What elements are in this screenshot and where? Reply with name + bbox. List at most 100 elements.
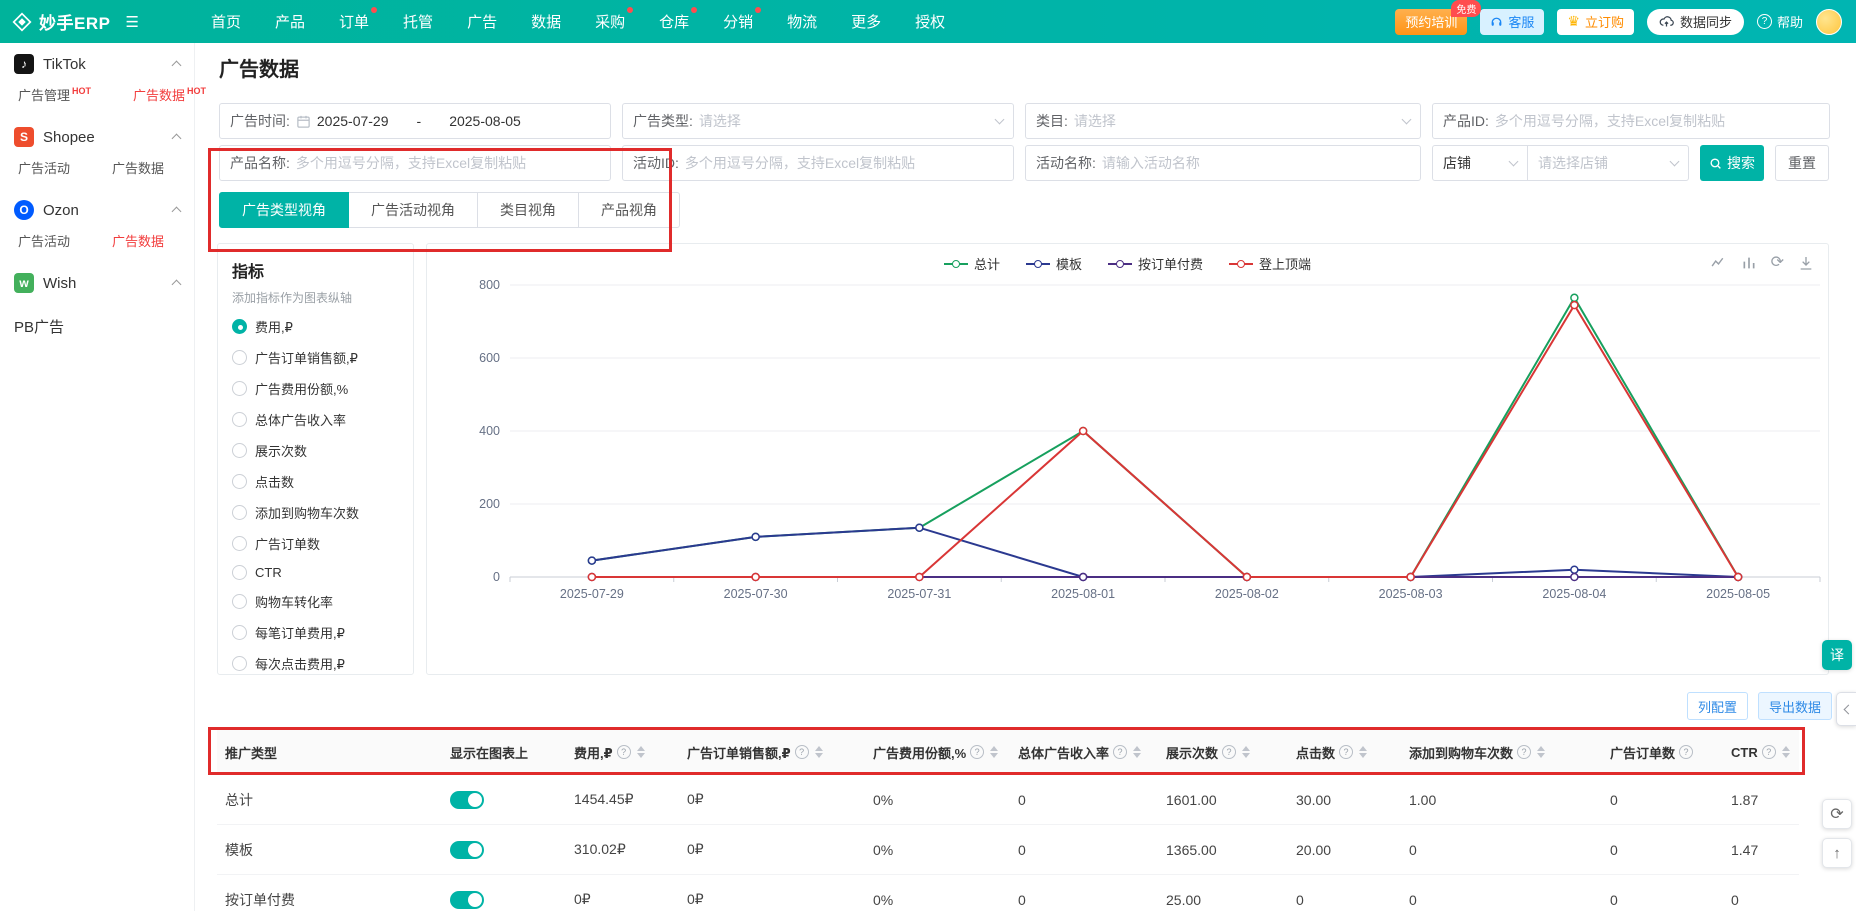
- download-icon[interactable]: [1798, 255, 1814, 271]
- sidebar-item-shopee-1[interactable]: 广告数据: [112, 158, 164, 177]
- column-header-1[interactable]: 显示在图表上: [438, 743, 562, 762]
- hamburger-icon[interactable]: ☰: [125, 13, 138, 31]
- legend-item-0[interactable]: 总计: [944, 254, 1000, 273]
- sidebar-item-ozon-1[interactable]: 广告数据: [112, 231, 164, 250]
- product-name-input[interactable]: 产品名称: 多个用逗号分隔，支持Excel复制粘贴: [219, 145, 611, 181]
- shop-select[interactable]: 请选择店铺: [1527, 145, 1689, 181]
- drawer-handle[interactable]: [1836, 692, 1856, 726]
- cloud-sync-icon: [1659, 14, 1674, 29]
- bar-chart-icon[interactable]: [1741, 255, 1757, 271]
- metric-option-10[interactable]: 每笔订单费用,₽: [232, 623, 413, 642]
- nav-item-7[interactable]: 仓库: [659, 11, 689, 32]
- brand[interactable]: 妙手ERP ☰: [0, 9, 195, 34]
- metric-option-4[interactable]: 展示次数: [232, 441, 413, 460]
- column-header-0[interactable]: 推广类型: [217, 743, 438, 762]
- refresh-icon[interactable]: ⟳: [1771, 255, 1784, 271]
- line-chart-icon[interactable]: [1710, 254, 1727, 271]
- campaign-name-input[interactable]: 活动名称: 请输入活动名称: [1025, 145, 1421, 181]
- subscribe-button[interactable]: ♛ 立订购: [1557, 9, 1634, 35]
- metric-option-6[interactable]: 添加到购物车次数: [232, 503, 413, 522]
- nav-item-1[interactable]: 产品: [275, 11, 305, 32]
- category-select[interactable]: 类目: 请选择: [1025, 103, 1421, 139]
- sidebar-section-shopee[interactable]: SShopee: [0, 116, 194, 158]
- nav-item-2[interactable]: 订单: [339, 11, 369, 32]
- metric-label: 添加到购物车次数: [255, 503, 359, 522]
- sidebar-item-shopee-0[interactable]: 广告活动: [18, 158, 70, 177]
- ad-type-select[interactable]: 广告类型: 请选择: [622, 103, 1014, 139]
- hot-badge: HOT: [72, 86, 91, 96]
- radio-icon: [232, 656, 247, 671]
- sidebar-section-wish[interactable]: wWish: [0, 262, 194, 304]
- search-button[interactable]: 搜索: [1700, 145, 1764, 181]
- sidebar-section-tiktok[interactable]: ♪TikTok: [0, 43, 194, 85]
- table-cell: 0: [1006, 792, 1154, 808]
- product-id-input[interactable]: 产品ID: 多个用逗号分隔，支持Excel复制粘贴: [1432, 103, 1830, 139]
- search-label: 搜索: [1727, 153, 1755, 173]
- visibility-toggle[interactable]: [450, 791, 484, 809]
- nav-item-5[interactable]: 数据: [531, 11, 561, 32]
- avatar[interactable]: [1816, 9, 1842, 35]
- metric-option-11[interactable]: 每次点击费用,₽: [232, 654, 413, 673]
- legend-item-3[interactable]: 登上顶端: [1229, 254, 1311, 273]
- metric-option-3[interactable]: 总体广告收入率: [232, 410, 413, 429]
- column-config-button[interactable]: 列配置: [1687, 692, 1748, 720]
- metric-option-5[interactable]: 点击数: [232, 472, 413, 491]
- visibility-toggle[interactable]: [450, 891, 484, 909]
- metric-option-9[interactable]: 购物车转化率: [232, 592, 413, 611]
- column-header-5[interactable]: 总体广告收入率?: [1006, 743, 1154, 762]
- tab-0[interactable]: 广告类型视角: [219, 192, 349, 228]
- legend-item-1[interactable]: 模板: [1026, 254, 1082, 273]
- column-header-7[interactable]: 点击数?: [1284, 743, 1397, 762]
- sidebar-item-tiktok-1[interactable]: 广告数据HOT: [133, 85, 206, 104]
- training-button[interactable]: 预约培训 免费: [1395, 9, 1467, 35]
- shop-type-select[interactable]: 店铺: [1432, 145, 1528, 181]
- tab-3[interactable]: 产品视角: [578, 192, 680, 228]
- column-header-6[interactable]: 展示次数?: [1154, 743, 1284, 762]
- notification-dot: [627, 7, 633, 13]
- notification-dot: [371, 7, 377, 13]
- nav-item-4[interactable]: 广告: [467, 11, 497, 32]
- date-start-input[interactable]: 2025-07-29: [317, 113, 389, 129]
- column-header-9[interactable]: 广告订单数?: [1598, 743, 1719, 762]
- customer-service-button[interactable]: 客服: [1480, 9, 1544, 35]
- back-to-top-button[interactable]: ↑: [1822, 838, 1852, 868]
- nav-item-9[interactable]: 物流: [787, 11, 817, 32]
- nav-item-6[interactable]: 采购: [595, 11, 625, 32]
- column-header-3[interactable]: 广告订单销售额,₽?: [675, 743, 861, 762]
- column-header-8[interactable]: 添加到购物车次数?: [1397, 743, 1598, 762]
- nav-item-8[interactable]: 分销: [723, 11, 753, 32]
- nav-item-10[interactable]: 更多: [851, 11, 881, 32]
- sidebar-item-tiktok-0[interactable]: 广告管理HOT: [18, 85, 91, 104]
- nav-item-3[interactable]: 托管: [403, 11, 433, 32]
- reset-button[interactable]: 重置: [1775, 145, 1829, 181]
- column-header-2[interactable]: 费用,₽?: [562, 743, 675, 762]
- help-button[interactable]: ? 帮助: [1757, 12, 1803, 31]
- sidebar-section-ozon[interactable]: OOzon: [0, 189, 194, 231]
- date-range-filter[interactable]: 广告时间: 2025-07-29 - 2025-08-05: [219, 103, 611, 139]
- legend-item-2[interactable]: 按订单付费: [1108, 254, 1203, 273]
- sidebar-item-pb-ads[interactable]: PB广告: [0, 304, 194, 349]
- sidebar-item-ozon-0[interactable]: 广告活动: [18, 231, 70, 250]
- translate-button[interactable]: 译: [1822, 640, 1852, 670]
- product-name-placeholder: 多个用逗号分隔，支持Excel复制粘贴: [296, 153, 600, 173]
- nav-item-0[interactable]: 首页: [211, 11, 241, 32]
- refresh-float-button[interactable]: ⟳: [1822, 799, 1852, 829]
- nav-item-11[interactable]: 授权: [915, 11, 945, 32]
- date-end-input[interactable]: 2025-08-05: [449, 113, 521, 129]
- column-header-10[interactable]: CTR?: [1719, 745, 1799, 760]
- campaign-id-input[interactable]: 活动ID: 多个用逗号分隔，支持Excel复制粘贴: [622, 145, 1014, 181]
- metric-option-1[interactable]: 广告订单销售额,₽: [232, 348, 413, 367]
- tab-1[interactable]: 广告活动视角: [348, 192, 478, 228]
- tab-2[interactable]: 类目视角: [477, 192, 579, 228]
- metric-option-8[interactable]: CTR: [232, 565, 413, 580]
- metric-option-2[interactable]: 广告费用份额,%: [232, 379, 413, 398]
- metric-option-7[interactable]: 广告订单数: [232, 534, 413, 553]
- export-button[interactable]: 导出数据: [1758, 692, 1832, 720]
- data-sync-button[interactable]: 数据同步: [1647, 9, 1744, 35]
- product-id-placeholder: 多个用逗号分隔，支持Excel复制粘贴: [1495, 111, 1819, 131]
- column-header-4[interactable]: 广告费用份额,%?: [861, 743, 1006, 762]
- table-cell: 0: [1598, 792, 1719, 808]
- visibility-toggle[interactable]: [450, 841, 484, 859]
- metric-option-0[interactable]: 费用,₽: [232, 317, 413, 336]
- sort-icon: [1782, 746, 1790, 758]
